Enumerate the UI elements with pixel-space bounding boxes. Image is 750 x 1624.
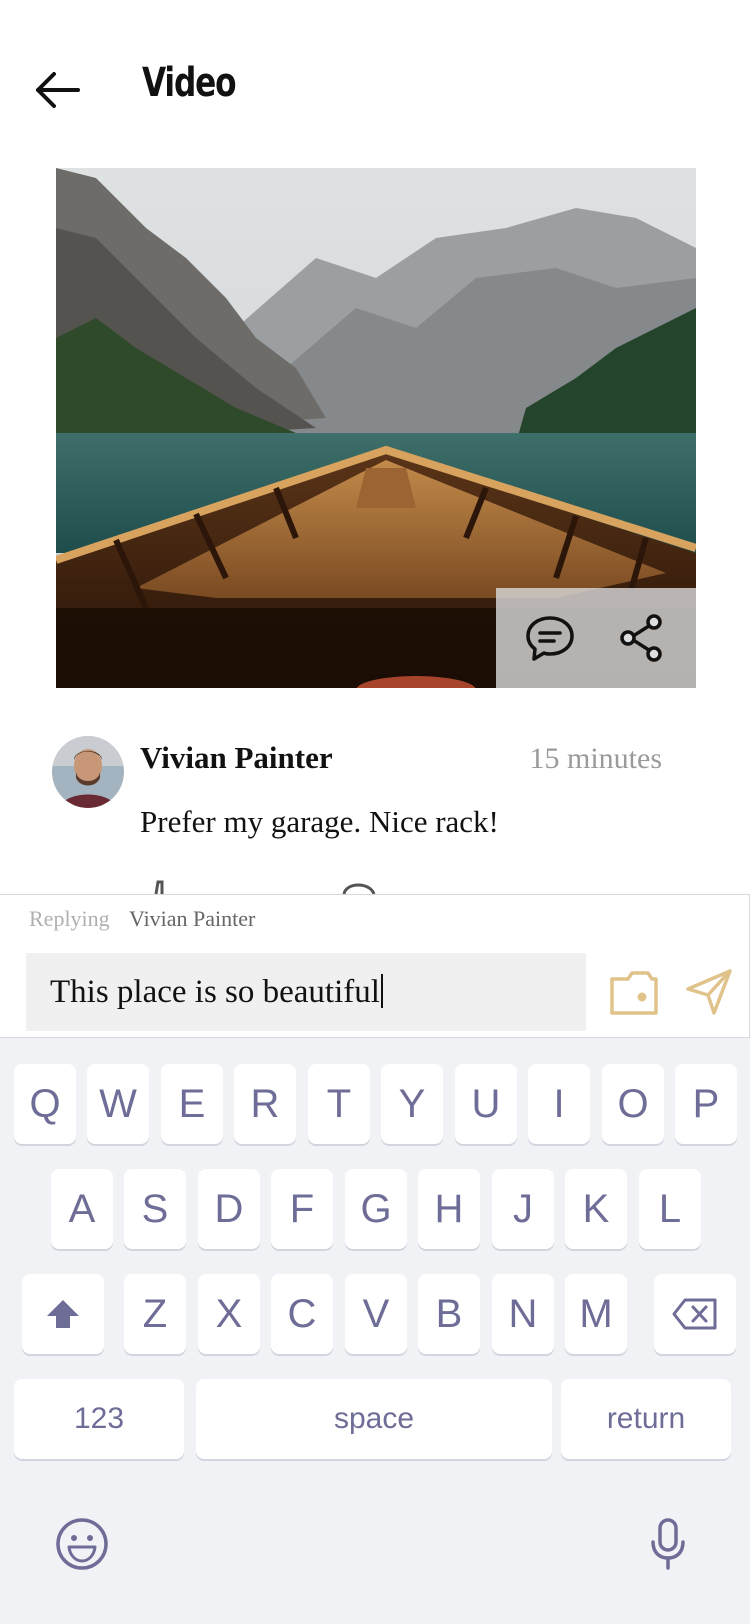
send-button[interactable]: [684, 967, 734, 1017]
return-key[interactable]: return: [561, 1379, 731, 1459]
numbers-key[interactable]: 123: [14, 1379, 184, 1459]
shift-icon: [47, 1300, 79, 1328]
delete-key[interactable]: [654, 1274, 736, 1354]
comment-time: 15 minutes: [529, 742, 663, 775]
chat-bubble-icon: [526, 616, 574, 661]
keyboard: Q W E R T Y U I O P A S D F G H J K L Z …: [0, 1038, 750, 1624]
key-e[interactable]: E: [161, 1064, 223, 1144]
key-a[interactable]: A: [51, 1169, 113, 1249]
comment-button[interactable]: [522, 610, 578, 666]
comment-item: Vivian Painter 15 minutes Prefer my gara…: [0, 730, 750, 894]
shift-key[interactable]: [22, 1274, 104, 1354]
key-t[interactable]: T: [308, 1064, 370, 1144]
key-j[interactable]: J: [492, 1169, 554, 1249]
key-u[interactable]: U: [455, 1064, 517, 1144]
backspace-icon: [672, 1298, 717, 1330]
key-c[interactable]: C: [271, 1274, 333, 1354]
key-w[interactable]: W: [87, 1064, 149, 1144]
key-n[interactable]: N: [492, 1274, 554, 1354]
share-button[interactable]: [614, 610, 670, 666]
header: Video: [0, 0, 750, 150]
key-k[interactable]: K: [565, 1169, 627, 1249]
text-caret: [380, 973, 383, 1008]
key-p[interactable]: P: [675, 1064, 737, 1144]
key-q[interactable]: Q: [14, 1064, 76, 1144]
key-b[interactable]: B: [418, 1274, 480, 1354]
key-v[interactable]: V: [345, 1274, 407, 1354]
like-icon[interactable]: [142, 880, 182, 894]
key-s[interactable]: S: [124, 1169, 186, 1249]
comment-input[interactable]: This place is so beautiful: [26, 953, 586, 1031]
space-key[interactable]: space: [196, 1379, 552, 1459]
key-z[interactable]: Z: [124, 1274, 186, 1354]
comment-text: Prefer my garage. Nice rack!: [140, 804, 499, 839]
key-x[interactable]: X: [198, 1274, 260, 1354]
microphone-button[interactable]: [648, 1516, 688, 1577]
comment-input-value: This place is so beautiful: [50, 973, 380, 1010]
emoji-icon: [56, 1518, 108, 1570]
video-actions: [496, 588, 696, 688]
key-m[interactable]: M: [565, 1274, 627, 1354]
comment-composer: This place is so beautiful: [0, 943, 750, 1038]
comment-author[interactable]: Vivian Painter: [140, 740, 333, 776]
key-f[interactable]: F: [271, 1169, 333, 1249]
key-d[interactable]: D: [198, 1169, 260, 1249]
key-r[interactable]: R: [234, 1064, 296, 1144]
microphone-icon: [651, 1518, 685, 1570]
avatar-image: [52, 736, 124, 808]
send-icon: [686, 969, 732, 1015]
key-i[interactable]: I: [528, 1064, 590, 1144]
avatar[interactable]: [52, 736, 124, 808]
share-icon: [620, 614, 662, 662]
back-button[interactable]: [28, 62, 88, 118]
reply-icon[interactable]: [340, 880, 380, 894]
attach-photo-button[interactable]: [608, 967, 660, 1017]
page-title: Video: [142, 60, 237, 106]
key-g[interactable]: G: [345, 1169, 407, 1249]
replying-label: Replying: [29, 906, 110, 931]
arrow-left-icon: [36, 72, 80, 108]
replying-bar: Replying Vivian Painter: [0, 894, 750, 944]
replying-name: Vivian Painter: [129, 906, 256, 931]
key-l[interactable]: L: [639, 1169, 701, 1249]
key-h[interactable]: H: [418, 1169, 480, 1249]
video-player[interactable]: [56, 168, 696, 688]
camera-icon: [610, 971, 658, 1015]
key-o[interactable]: O: [602, 1064, 664, 1144]
emoji-button[interactable]: [54, 1516, 110, 1577]
key-y[interactable]: Y: [381, 1064, 443, 1144]
